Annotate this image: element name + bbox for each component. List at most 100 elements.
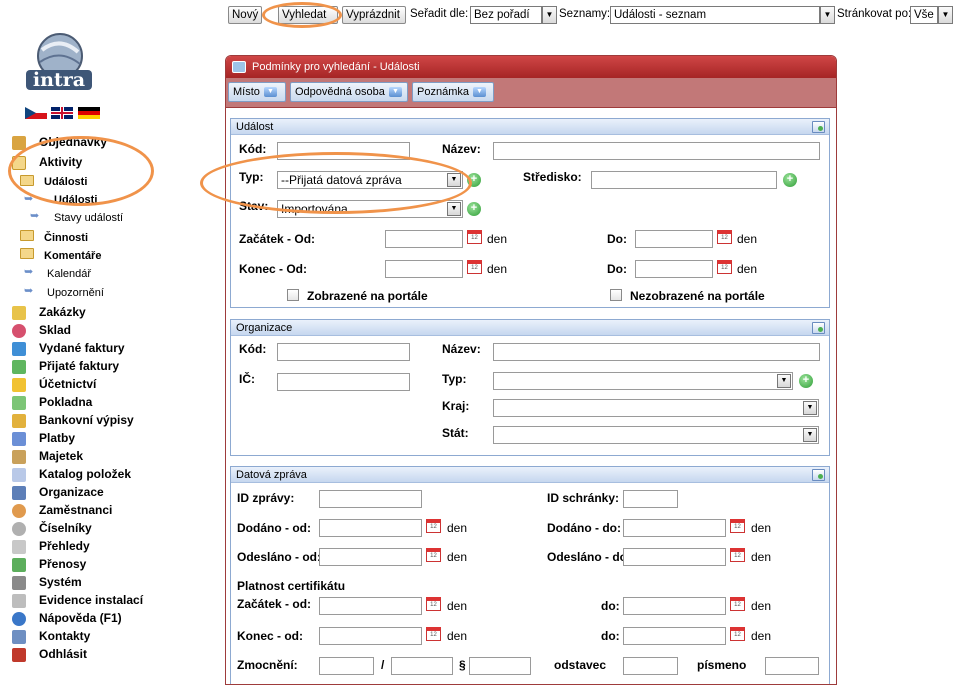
dropdown-arrow-icon[interactable]: ▼ <box>447 202 461 216</box>
lists-dropdown-icon[interactable]: ▼ <box>820 6 835 24</box>
sort-label: Seřadit dle: <box>410 8 469 20</box>
cash-icon <box>12 396 26 410</box>
dropdown-arrow-icon[interactable]: ▼ <box>803 428 817 442</box>
paging-label: Stránkovat po: <box>837 8 912 20</box>
authorization-number-input[interactable] <box>319 657 374 675</box>
dropdown-arrow-icon[interactable]: ▼ <box>447 173 461 187</box>
german-flag-icon[interactable] <box>77 107 100 119</box>
section-expand-icon[interactable] <box>812 469 825 481</box>
lists-select[interactable]: Události - seznam <box>610 6 820 24</box>
section-expand-icon[interactable] <box>812 322 825 334</box>
calendar-icon[interactable]: 12 <box>467 260 482 274</box>
calendar-icon[interactable]: 12 <box>426 519 441 533</box>
letter-input[interactable] <box>765 657 819 675</box>
sidebar-item-label: Kontakty <box>39 629 91 643</box>
authorization-label: Zmocnění: <box>237 658 298 672</box>
calendar-icon[interactable]: 12 <box>717 230 732 244</box>
property-icon <box>12 450 26 464</box>
cert-end-from-label: Konec - od: <box>237 629 303 643</box>
help-icon <box>12 612 26 626</box>
sidebar-sub-tasks[interactable]: Činnosti <box>44 232 88 244</box>
tab-place[interactable]: Místo ▼ <box>228 82 286 102</box>
calendar-icon[interactable]: 12 <box>730 597 745 611</box>
tab-responsible-person[interactable]: Odpovědná osoba ▼ <box>290 82 408 102</box>
paging-select[interactable]: Vše <box>910 6 938 24</box>
event-type-label: Typ: <box>239 170 264 184</box>
sidebar-sub-notifications[interactable]: Upozornění <box>47 287 104 299</box>
delivered-to-input[interactable] <box>623 519 726 537</box>
sent-from-input[interactable] <box>319 548 422 566</box>
calendar-icon[interactable]: 12 <box>426 597 441 611</box>
search-button[interactable]: Vyhledat <box>278 6 338 24</box>
logo-text: intra <box>33 69 85 91</box>
shown-portal-checkbox[interactable] <box>287 289 299 301</box>
sort-dropdown-icon[interactable]: ▼ <box>542 6 557 24</box>
uk-flag-icon[interactable] <box>51 107 74 119</box>
paging-dropdown-icon[interactable]: ▼ <box>938 6 953 24</box>
end-from-input[interactable] <box>385 260 463 278</box>
org-name-label: Název: <box>442 342 481 356</box>
tab-note[interactable]: Poznámka ▼ <box>412 82 494 102</box>
event-type-select[interactable]: --Přijatá datová zpráva ▼ <box>277 171 463 189</box>
authorization-year-input[interactable] <box>391 657 453 675</box>
dropdown-arrow-icon[interactable]: ▼ <box>777 374 791 388</box>
org-region-select[interactable]: ▼ <box>493 399 819 417</box>
calendar-icon[interactable]: 12 <box>730 548 745 562</box>
czech-flag-icon[interactable] <box>25 107 47 119</box>
sidebar-sub-events-child[interactable]: Události <box>54 194 97 206</box>
sidebar-item-label: Zaměstnanci <box>39 503 113 517</box>
cert-end-from-input[interactable] <box>319 627 422 645</box>
hidden-portal-checkbox[interactable] <box>610 289 622 301</box>
org-type-select[interactable]: ▼ <box>493 372 793 390</box>
section-expand-icon[interactable] <box>812 121 825 133</box>
message-id-input[interactable] <box>319 490 422 508</box>
subsection-input[interactable] <box>623 657 678 675</box>
cert-end-to-input[interactable] <box>623 627 726 645</box>
sidebar-sub-comments[interactable]: Komentáře <box>44 250 101 262</box>
org-name-input[interactable] <box>493 343 820 361</box>
org-country-select[interactable]: ▼ <box>493 426 819 444</box>
paragraph-input[interactable] <box>469 657 531 675</box>
event-state-select[interactable]: Importována ▼ <box>277 200 463 218</box>
add-state-icon[interactable]: + <box>467 202 481 216</box>
end-to-input[interactable] <box>635 260 713 278</box>
event-name-input[interactable] <box>493 142 820 160</box>
day-label: den <box>447 550 468 564</box>
event-code-input[interactable] <box>277 142 410 160</box>
sidebar-sub-events[interactable]: Události <box>44 176 87 188</box>
add-center-icon[interactable]: + <box>783 173 797 187</box>
start-to-input[interactable] <box>635 230 713 248</box>
activities-icon <box>12 156 26 170</box>
clear-button[interactable]: Vyprázdnit <box>342 6 406 24</box>
add-org-type-icon[interactable]: + <box>799 374 813 388</box>
calendar-icon[interactable]: 12 <box>426 548 441 562</box>
sort-select[interactable]: Bez pořadí <box>470 6 542 24</box>
calendar-icon[interactable]: 12 <box>730 627 745 641</box>
cert-start-from-input[interactable] <box>319 597 422 615</box>
start-from-input[interactable] <box>385 230 463 248</box>
calendar-icon[interactable]: 12 <box>717 260 732 274</box>
new-button[interactable]: Nový <box>228 6 262 24</box>
event-name-label: Název: <box>442 142 481 156</box>
calendar-icon[interactable]: 12 <box>467 230 482 244</box>
add-type-icon[interactable]: + <box>467 173 481 187</box>
folder-icon <box>20 248 34 259</box>
calendar-icon[interactable]: 12 <box>426 627 441 641</box>
sidebar-item-label: Majetek <box>39 449 84 463</box>
orders-icon <box>12 136 26 150</box>
end-from-label: Konec - Od: <box>239 262 307 276</box>
org-ic-input[interactable] <box>277 373 410 391</box>
box-id-input[interactable] <box>623 490 678 508</box>
org-code-input[interactable] <box>277 343 410 361</box>
delivered-from-input[interactable] <box>319 519 422 537</box>
calendar-icon[interactable]: 12 <box>730 519 745 533</box>
organizations-icon <box>12 486 26 500</box>
top-toolbar: Nový Vyhledat Vyprázdnit Seřadit dle: Be… <box>222 0 954 24</box>
sidebar-sub-event-states[interactable]: Stavy událostí <box>54 212 123 224</box>
dropdown-arrow-icon[interactable]: ▼ <box>803 401 817 415</box>
sidebar-item-label: Systém <box>39 575 82 589</box>
cert-start-to-input[interactable] <box>623 597 726 615</box>
event-center-input[interactable] <box>591 171 777 189</box>
sidebar-sub-calendar[interactable]: Kalendář <box>47 268 91 280</box>
sent-to-input[interactable] <box>623 548 726 566</box>
